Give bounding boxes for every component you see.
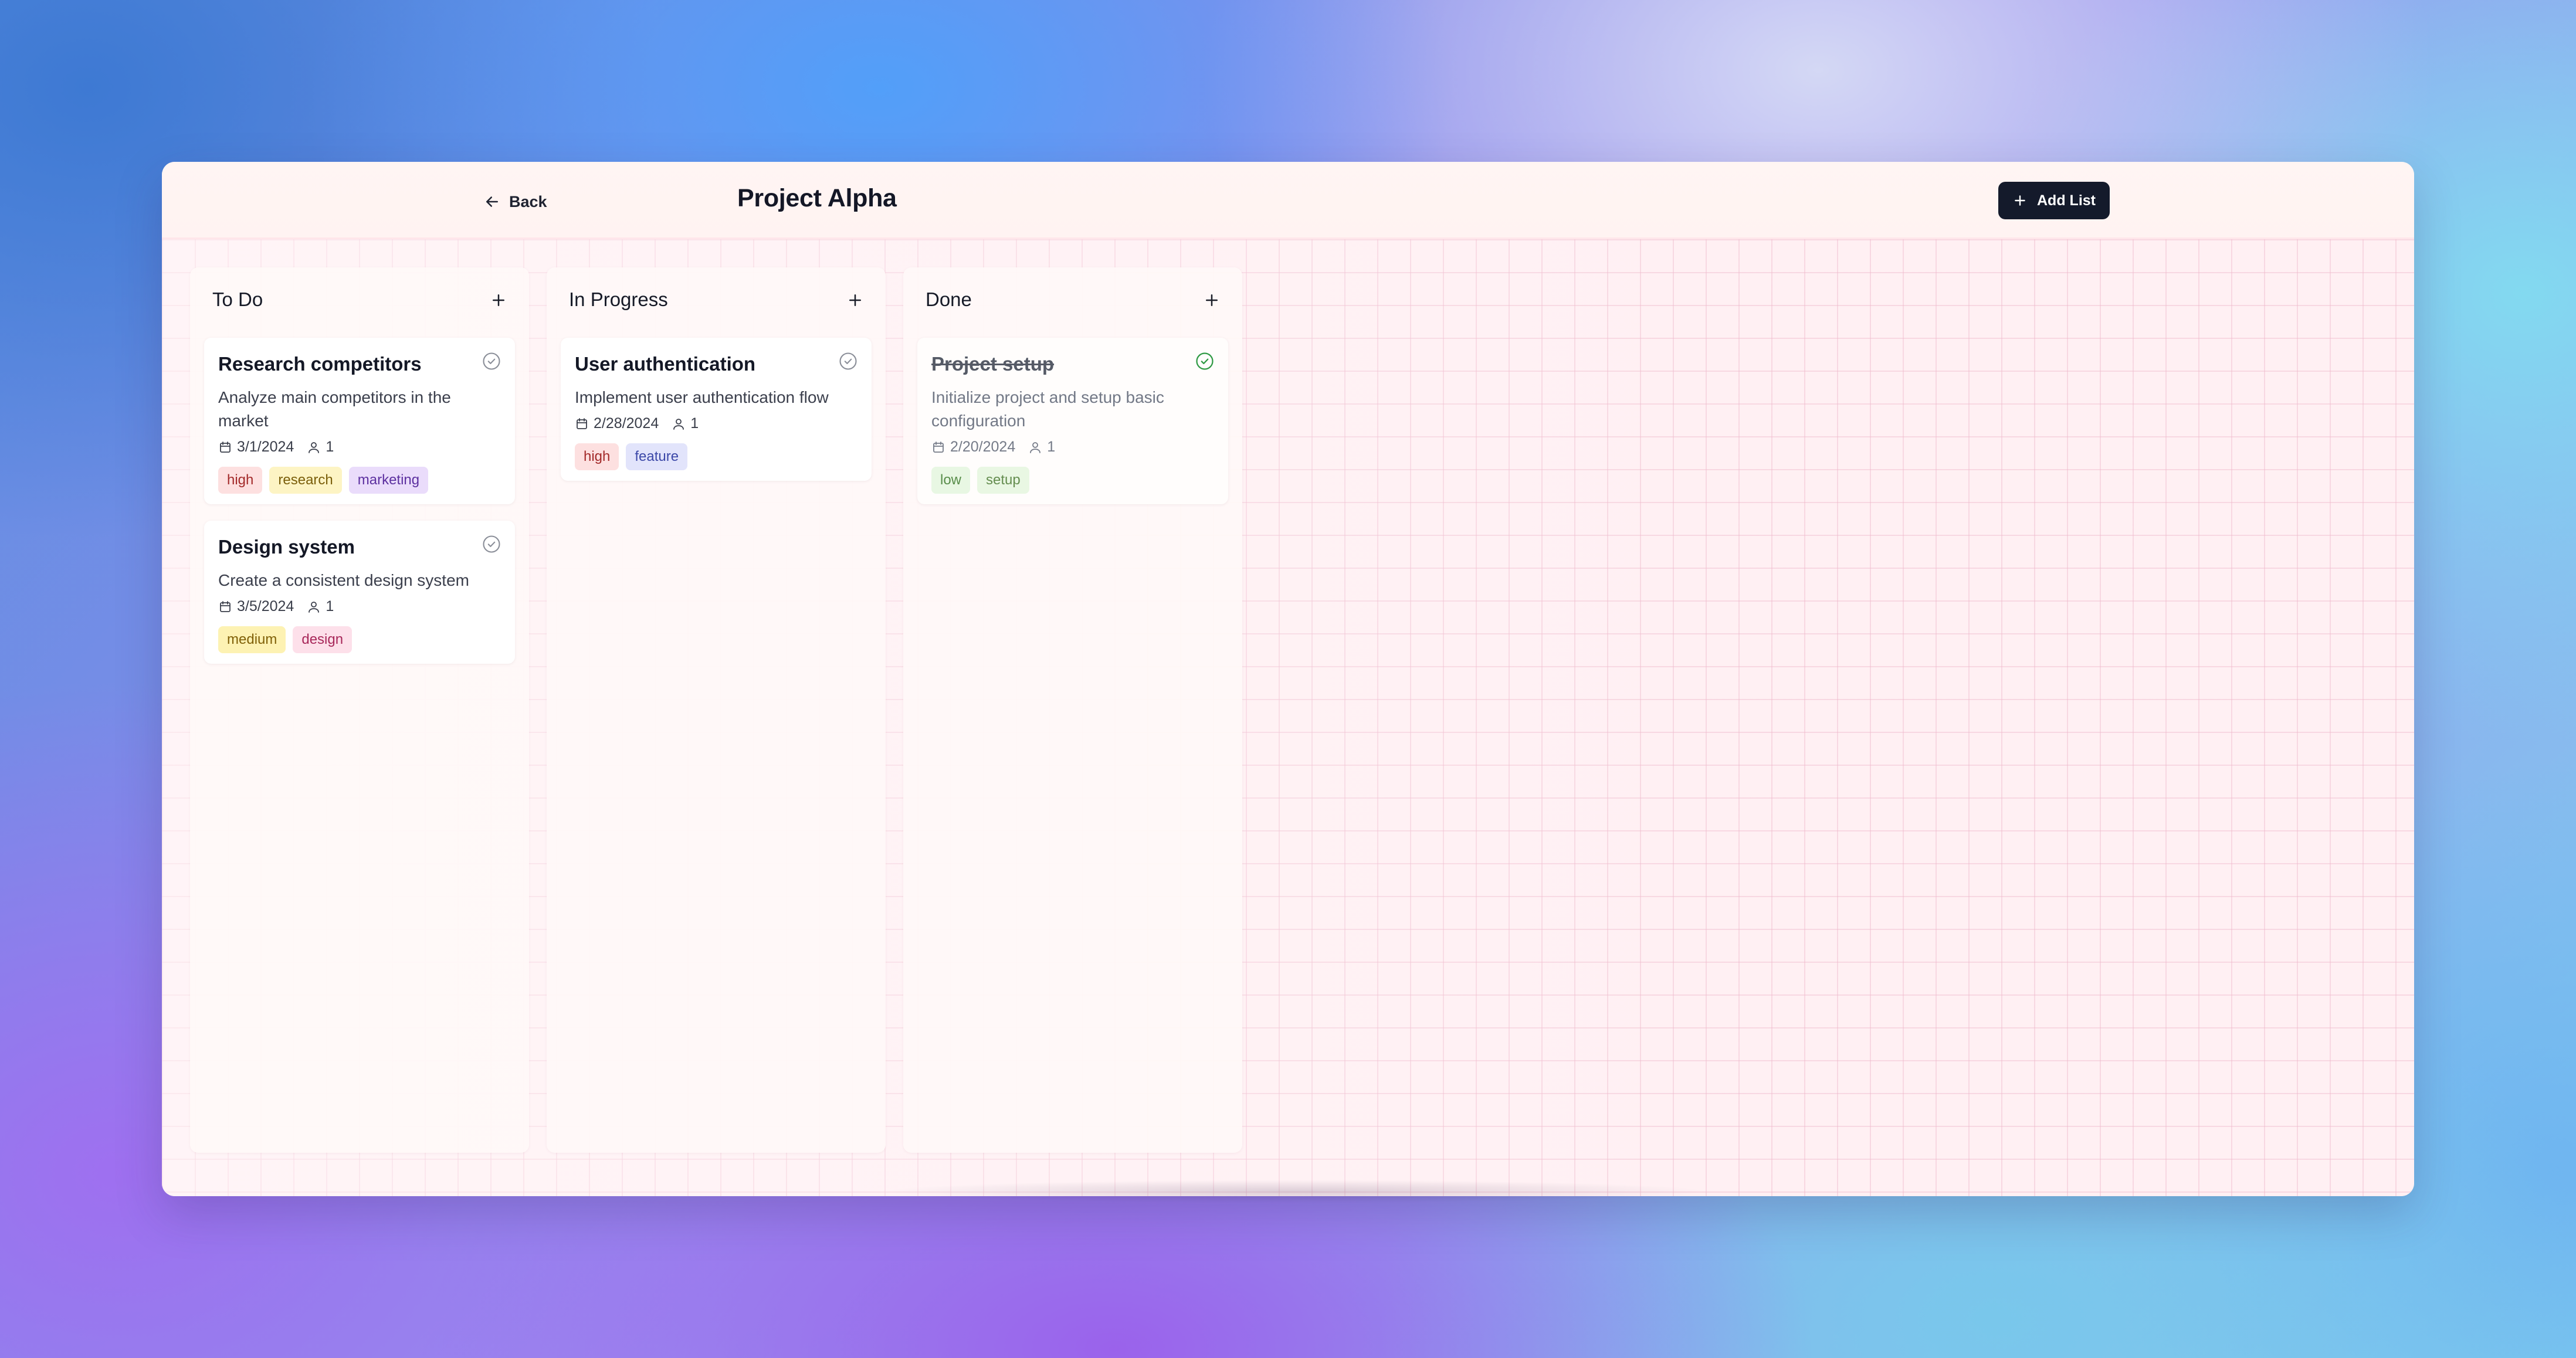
calendar-icon — [220, 441, 231, 453]
check-circle-icon[interactable] — [481, 534, 502, 555]
add-card-button[interactable] — [842, 287, 868, 313]
card-due-date: 2/28/2024 — [594, 415, 659, 432]
user-icon — [1030, 442, 1041, 453]
column-in-progress: In Progress User authentication Implemen… — [547, 267, 886, 1153]
user-icon — [309, 601, 320, 613]
add-card-button[interactable] — [1199, 287, 1225, 313]
card-description: Create a consistent design system — [218, 571, 469, 589]
column-title: To Do — [212, 288, 263, 310]
calendar-icon — [933, 441, 944, 453]
add-card-button[interactable] — [486, 287, 511, 313]
tag-feature[interactable]: feature — [626, 443, 688, 470]
board-header: Back Project Alpha Add List — [162, 162, 2414, 239]
assignee-count: 1 — [326, 439, 334, 455]
card-description: Implement user authentication flow — [575, 388, 829, 406]
card-tags: medium design — [218, 626, 352, 653]
card-description: Initialize project and setup basic confi… — [931, 388, 1164, 430]
column-header: In Progress — [547, 267, 886, 332]
add-list-button[interactable]: Add List — [1998, 182, 2110, 219]
card-assignees: 1 — [307, 598, 334, 615]
column-header: Done — [903, 267, 1242, 332]
back-button-label: Back — [509, 192, 547, 211]
tag-marketing[interactable]: marketing — [348, 467, 429, 494]
plus-icon — [493, 294, 504, 306]
card-title: User authentication — [575, 353, 756, 375]
card-meta: 3/5/2024 1 — [218, 598, 334, 615]
column-title: In Progress — [569, 288, 668, 310]
tag-medium[interactable]: medium — [218, 626, 286, 653]
card-due-date: 3/5/2024 — [237, 598, 294, 615]
card-title: Design system — [218, 536, 355, 558]
card-assignees: 1 — [307, 439, 334, 456]
assignee-count: 1 — [1047, 439, 1056, 455]
plus-icon — [849, 294, 861, 306]
card-title: Research competitors — [218, 353, 422, 375]
card-tags: low setup — [931, 467, 1029, 494]
tag-research[interactable]: research — [269, 467, 342, 494]
plus-icon — [1206, 294, 1218, 306]
card-meta: 3/1/2024 1 — [218, 439, 334, 456]
assignee-count: 1 — [326, 598, 334, 615]
check-circle-icon[interactable] — [1194, 351, 1215, 372]
user-icon — [309, 442, 320, 453]
assignee-count: 1 — [690, 415, 699, 432]
task-card[interactable]: User authentication Implement user authe… — [561, 338, 872, 481]
tag-setup[interactable]: setup — [977, 467, 1029, 494]
tag-high[interactable]: high — [218, 467, 263, 494]
tag-low[interactable]: low — [931, 467, 971, 494]
plus-icon — [2015, 195, 2025, 206]
window-shadow — [880, 1180, 1713, 1203]
check-circle-icon[interactable] — [481, 351, 502, 372]
task-card[interactable]: Design system Create a consistent design… — [204, 521, 515, 664]
card-assignees: 1 — [1028, 439, 1055, 456]
card-tags: high research marketing — [218, 467, 429, 494]
column-done: Done Project setup Initialize project an… — [903, 267, 1242, 1153]
add-list-label: Add List — [2037, 192, 2096, 209]
user-icon — [673, 418, 684, 430]
app-window: Back Project Alpha Add List To Do Resear… — [162, 162, 2414, 1196]
tag-design[interactable]: design — [293, 626, 352, 653]
column-header: To Do — [190, 267, 529, 332]
back-button[interactable]: Back — [476, 186, 554, 217]
card-meta: 2/20/2024 1 — [931, 439, 1055, 456]
card-assignees: 1 — [672, 415, 699, 432]
card-due-date: 2/20/2024 — [950, 439, 1016, 455]
calendar-icon — [577, 417, 587, 429]
tag-high[interactable]: high — [575, 443, 619, 470]
arrow-left-icon — [486, 196, 498, 207]
card-meta: 2/28/2024 1 — [575, 415, 699, 432]
column-todo: To Do Research competitors Analyze main … — [190, 267, 529, 1153]
task-card[interactable]: Project setup Initialize project and set… — [917, 338, 1228, 504]
card-tags: high feature — [575, 443, 688, 470]
card-due-date: 3/1/2024 — [237, 439, 294, 455]
calendar-icon — [220, 600, 231, 612]
task-card[interactable]: Research competitors Analyze main compet… — [204, 338, 515, 504]
card-description: Analyze main competitors in the market — [218, 388, 451, 430]
card-title: Project setup — [931, 353, 1055, 375]
page-title: Project Alpha — [737, 184, 897, 212]
check-circle-icon[interactable] — [838, 351, 859, 372]
column-title: Done — [926, 288, 972, 310]
